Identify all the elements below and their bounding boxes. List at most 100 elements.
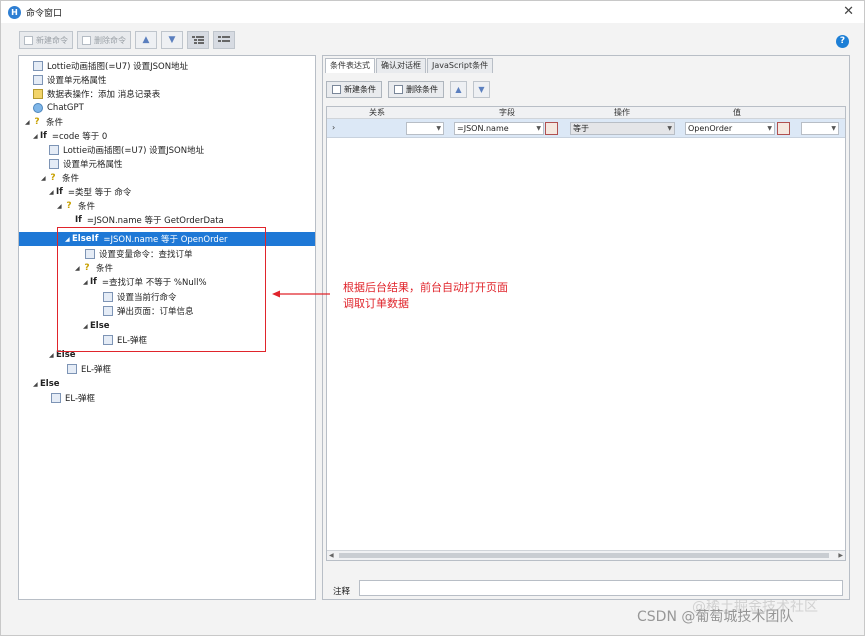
tree-item[interactable]: EL-弹框 [19, 333, 315, 347]
tab-confirm-dialog[interactable]: 确认对话框 [376, 58, 426, 73]
lottie-icon [49, 145, 59, 155]
tree-item[interactable]: ◢ ? 条件 [19, 171, 315, 185]
tree-item[interactable]: ◢ ? 条件 [19, 261, 315, 275]
scroll-left-icon[interactable]: ◀ [329, 551, 334, 561]
new-command-button[interactable]: 新建命令 [19, 31, 73, 49]
expand-triangle-icon[interactable]: ◢ [83, 279, 90, 286]
delete-command-button[interactable]: 删除命令 [77, 31, 131, 49]
chevron-down-icon: ▼ [767, 125, 772, 132]
scrollbar-thumb[interactable] [339, 553, 829, 558]
tree-item[interactable]: If =JSON.name 等于 GetOrderData [19, 213, 315, 227]
move-down-button[interactable]: ▼ [161, 31, 183, 49]
expand-triangle-icon[interactable]: ◢ [83, 323, 90, 330]
else-keyword: Else [90, 321, 110, 331]
expand-triangle-icon[interactable]: ◢ [65, 236, 72, 243]
tree-item[interactable]: 设置当前行命令 [19, 290, 315, 304]
tree-item[interactable]: 设置单元格属性 [19, 73, 315, 87]
tree-item[interactable]: 数据表操作：添加 消息记录表 [19, 87, 315, 101]
expand-triangle-icon[interactable]: ◢ [49, 189, 56, 196]
condition-tabs: 条件表达式 确认对话框 JavaScript条件 [325, 58, 494, 73]
app-logo-icon: H [8, 5, 21, 19]
scroll-right-icon[interactable]: ▶ [838, 551, 843, 561]
tree-item-selected[interactable]: ◢ ElseIf =JSON.name 等于 OpenOrder [19, 232, 315, 246]
field-select[interactable]: =JSON.name ▼ [454, 122, 544, 135]
condition-icon: ? [50, 173, 56, 183]
condition-move-up-button[interactable]: ▲ [450, 81, 467, 98]
tree-item-label: 数据表操作：添加 消息记录表 [47, 90, 161, 100]
delete-condition-button[interactable]: 删除条件 [388, 81, 444, 98]
horizontal-scrollbar[interactable]: ◀ ▶ [327, 550, 845, 560]
tree-item[interactable]: ◢ If =类型 等于 命令 [19, 185, 315, 199]
tree-item[interactable]: 设置单元格属性 [19, 157, 315, 171]
tree-item[interactable]: ◢ Else [19, 377, 315, 391]
tree-item[interactable]: 设置变量命令：查找订单 [19, 247, 315, 261]
tree-item[interactable]: ◢ ? 条件 [19, 115, 315, 129]
condition-icon: ? [84, 263, 90, 273]
tree-item-label: 条件 [96, 264, 114, 274]
new-condition-icon [332, 85, 341, 94]
condition-grid[interactable]: 关系 字段 操作 值 › ▼ =JSON.name ▼ 等于 ▼ OpenOrd… [326, 106, 846, 561]
relation-select[interactable]: ▼ [406, 122, 444, 135]
tree-view-toggle[interactable] [187, 31, 209, 49]
expand-triangle-icon[interactable]: ◢ [33, 381, 40, 388]
lottie-icon [33, 61, 43, 71]
operation-select[interactable]: 等于 ▼ [570, 122, 675, 135]
tree-item[interactable]: Lottie动画插图(=U7) 设置JSON地址 [19, 143, 315, 157]
cell-property-icon [33, 75, 43, 85]
tree-item[interactable]: 弹出页面：订单信息 [19, 304, 315, 318]
tree-item-label: Lottie动画插图(=U7) 设置JSON地址 [63, 146, 205, 156]
tree-item-label: ChatGPT [47, 103, 84, 113]
tree-item[interactable]: ◢ Else [19, 319, 315, 333]
tree-item[interactable]: EL-弹框 [19, 362, 315, 376]
table-row[interactable]: › ▼ =JSON.name ▼ 等于 ▼ OpenOrder ▼ ▼ [327, 119, 845, 138]
elseif-keyword: ElseIf [72, 234, 99, 244]
note-input[interactable] [359, 580, 843, 596]
chevron-down-icon: ▼ [436, 125, 441, 132]
tree-item-label: =JSON.name 等于 OpenOrder [103, 235, 228, 245]
if-keyword: If [56, 187, 63, 197]
if-keyword: If [40, 131, 47, 141]
expand-triangle-icon[interactable]: ◢ [49, 352, 56, 359]
tree-item-label: Lottie动画插图(=U7) 设置JSON地址 [47, 62, 189, 72]
if-keyword: If [90, 277, 97, 287]
arrow-up-icon: ▲ [142, 35, 150, 45]
tree-item-label: 设置单元格属性 [47, 76, 107, 86]
row-selector-icon: › [332, 123, 336, 132]
formula-picker-icon[interactable] [777, 122, 790, 135]
help-icon[interactable]: ? [836, 35, 849, 48]
command-tree[interactable]: Lottie动画插图(=U7) 设置JSON地址 设置单元格属性 数据表操作：添… [18, 55, 316, 600]
expand-triangle-icon[interactable]: ◢ [33, 133, 40, 140]
tree-item[interactable]: Lottie动画插图(=U7) 设置JSON地址 [19, 59, 315, 73]
tree-item[interactable]: ◢ If =code 等于 0 [19, 129, 315, 143]
annotation-text: 根据后台结果，前台自动打开页面 调取订单数据 [343, 280, 508, 312]
tree-item[interactable]: ◢ ? 条件 [19, 199, 315, 213]
arrow-down-icon: ▼ [478, 85, 485, 94]
new-command-icon [24, 35, 33, 45]
else-keyword: Else [56, 350, 76, 360]
popup-page-icon [103, 306, 113, 316]
expand-triangle-icon[interactable]: ◢ [57, 203, 64, 210]
close-icon[interactable]: ✕ [843, 4, 854, 19]
chevron-down-icon: ▼ [536, 125, 541, 132]
delete-condition-label: 删除条件 [406, 85, 438, 94]
value-select[interactable]: OpenOrder ▼ [685, 122, 775, 135]
new-condition-button[interactable]: 新建条件 [326, 81, 382, 98]
tree-item[interactable]: ◢ Else [19, 348, 315, 362]
chevron-down-icon: ▼ [667, 125, 672, 132]
extra-select[interactable]: ▼ [801, 122, 839, 135]
expand-triangle-icon[interactable]: ◢ [75, 265, 82, 272]
delete-command-label: 删除命令 [94, 35, 126, 45]
command-toolbar: 新建命令 删除命令 ▲ ▼ [19, 31, 235, 49]
tree-item[interactable]: EL-弹框 [19, 391, 315, 405]
expand-triangle-icon[interactable]: ◢ [25, 119, 32, 126]
move-up-button[interactable]: ▲ [135, 31, 157, 49]
tab-javascript-condition[interactable]: JavaScript条件 [427, 58, 494, 73]
formula-picker-icon[interactable] [545, 122, 558, 135]
tab-condition-expression[interactable]: 条件表达式 [325, 58, 375, 73]
tree-item[interactable]: ChatGPT [19, 101, 315, 115]
tree-item[interactable]: ◢ If =查找订单 不等于 %Null% [19, 275, 315, 289]
condition-move-down-button[interactable]: ▼ [473, 81, 490, 98]
expand-triangle-icon[interactable]: ◢ [41, 175, 48, 182]
tree-item-label: 设置当前行命令 [117, 293, 177, 303]
list-view-toggle[interactable] [213, 31, 235, 49]
